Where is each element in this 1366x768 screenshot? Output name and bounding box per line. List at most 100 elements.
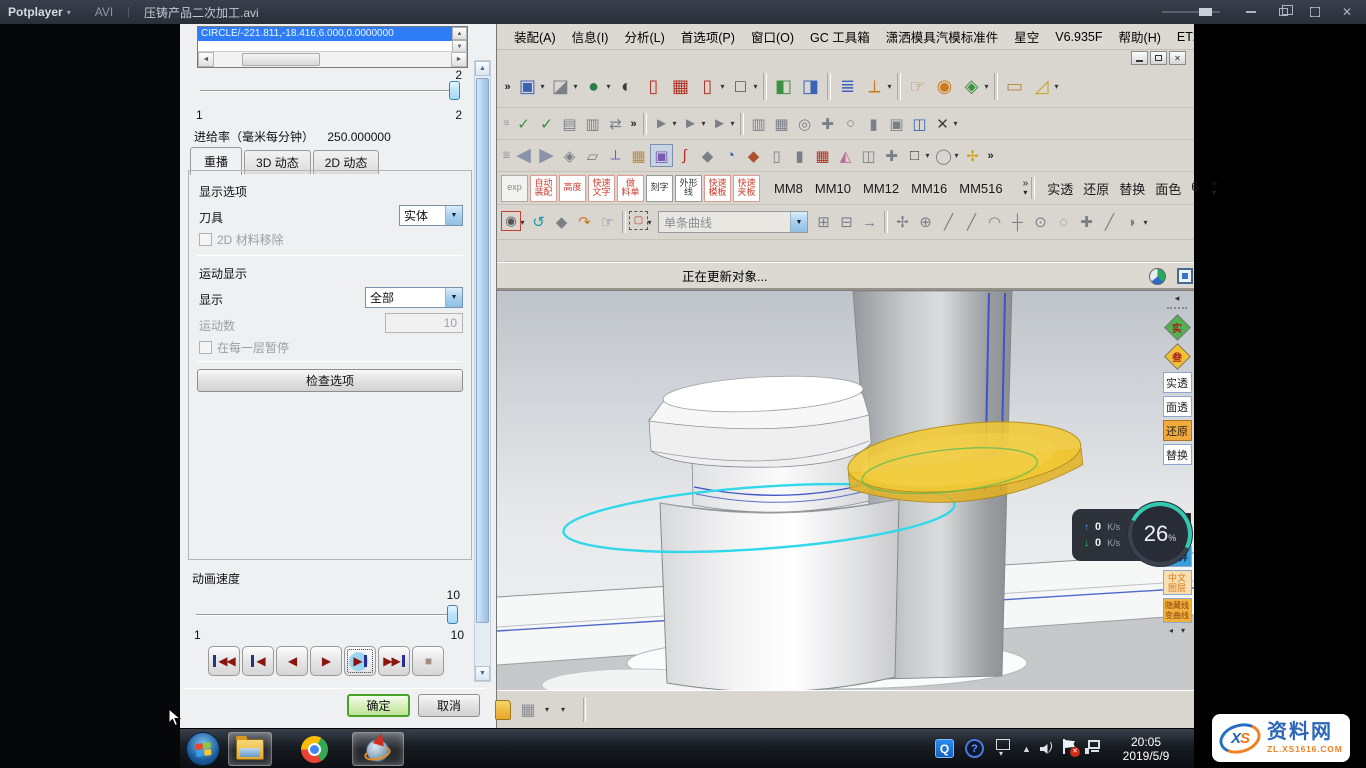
snap-intersection-icon[interactable]: ┼	[1006, 211, 1029, 234]
dropdown-arrow-icon[interactable]: ▾	[751, 73, 760, 100]
close-button[interactable]: ✕	[1336, 2, 1358, 22]
menu-item[interactable]: 信息(I)	[565, 25, 616, 48]
dropdown-arrow-icon[interactable]: ▾	[538, 73, 547, 100]
view-back-icon[interactable]: ◀	[512, 144, 535, 167]
viewport-3d[interactable]: ◂ 实 叁 实透 面透 还原 替换 截屏 中文图层 隐藏线变曲线	[497, 290, 1194, 690]
check-options-button[interactable]: 检查选项	[197, 369, 463, 392]
clip-section2-icon[interactable]: ◨	[797, 73, 824, 100]
progress-slider[interactable]	[200, 90, 460, 92]
dropdown-arrow-icon[interactable]: ▾	[699, 112, 708, 135]
dropdown-arrow-icon[interactable]: ▾	[1141, 211, 1150, 234]
view-mode-button[interactable]: 面色	[1150, 179, 1186, 198]
volume-handle[interactable]	[1199, 8, 1212, 16]
view-mode-button[interactable]: 6	[1186, 179, 1203, 198]
dropdown-arrow-icon[interactable]: ▾	[952, 144, 961, 167]
dialog-vscrollbar[interactable]: ▲ ▼	[474, 60, 491, 682]
view-forward-icon[interactable]: ▶	[535, 144, 558, 167]
mm-standard-button[interactable]: MM8	[768, 181, 809, 196]
network-icon[interactable]	[1085, 740, 1102, 755]
separator[interactable]	[622, 211, 626, 233]
height-button[interactable]: 高度	[559, 175, 586, 202]
pause-each-level-checkbox[interactable]: 在每一层暂停	[199, 339, 289, 356]
macro-diamond-orange-button[interactable]: 叁	[1164, 343, 1190, 369]
rotate-view-icon[interactable]: ◈	[558, 144, 581, 167]
cube-icon[interactable]: ▦	[515, 700, 541, 720]
snap-plus-icon[interactable]: ✚	[1075, 211, 1098, 234]
replace-view-button[interactable]: 替换	[1163, 444, 1192, 465]
hidden-line-to-curve-button[interactable]: 隐藏线变曲线	[1163, 598, 1192, 623]
snap-endpoint-icon[interactable]: ╱	[937, 211, 960, 234]
solid-translucent-button[interactable]: 实透	[1163, 372, 1192, 393]
ruled-box-icon[interactable]: ▦	[627, 144, 650, 167]
face-translucent-button[interactable]: 面透	[1163, 396, 1192, 417]
menu-item[interactable]: 潇洒模具汽模标准件	[879, 25, 1006, 48]
colored-block-icon[interactable]: ◆	[742, 144, 765, 167]
dropdown-arrow-icon[interactable]: ▾	[1052, 73, 1061, 100]
fence-filter-icon[interactable]: ⊞	[812, 211, 835, 234]
toolbar-overflow-icon[interactable]: »	[984, 144, 997, 167]
sidebar-more-icon[interactable]: ▾	[1181, 626, 1185, 635]
menu-item[interactable]: GC 工具箱	[803, 25, 877, 48]
sketch-view-icon[interactable]: ◪	[547, 73, 574, 100]
navigator-icon[interactable]: ≣	[834, 73, 861, 100]
gcode-listbox[interactable]: CIRCLE/-221.811,-18.416,6.000,0.0000000 …	[197, 26, 468, 68]
paint-body-icon[interactable]: ▮	[788, 144, 811, 167]
taskbar-clock[interactable]: 20:05 2019/5/9	[1108, 735, 1184, 763]
ok-button[interactable]: 确定	[347, 694, 410, 717]
clip-section-icon[interactable]: ◧	[770, 73, 797, 100]
vector-icon[interactable]: →	[858, 211, 881, 234]
drag-handle-icon[interactable]: ≣	[501, 144, 512, 167]
view-mode-button[interactable]: 还原	[1078, 179, 1114, 198]
dropdown-arrow-icon[interactable]: ▾	[545, 705, 557, 714]
csys-orient-icon[interactable]: ✢	[961, 144, 984, 167]
show-combo[interactable]: 全部 ▼	[365, 287, 463, 308]
menu-item[interactable]: 窗口(O)	[744, 25, 801, 48]
speed-slider[interactable]	[196, 614, 458, 616]
create-geometry-icon[interactable]: ▮	[862, 112, 885, 135]
vscroll-thumb[interactable]	[476, 78, 489, 623]
gcode-selected-row[interactable]: CIRCLE/-221.811,-18.416,6.000,0.0000000	[198, 27, 452, 41]
go-to-start-button[interactable]: ◀◀	[208, 646, 240, 676]
role-palette-icon[interactable]: ◉	[931, 73, 958, 100]
mm-standard-button[interactable]: MM16	[905, 181, 953, 196]
tray-help-icon[interactable]: ?	[965, 739, 984, 758]
close-button[interactable]: ✕	[1169, 51, 1186, 65]
dropdown-arrow-icon[interactable]: ▾	[885, 73, 894, 100]
action-center-flag-icon[interactable]: ✕	[1062, 739, 1078, 757]
scroll-up-icon[interactable]: ▲	[475, 61, 490, 76]
point-cube-icon[interactable]: ✚	[880, 144, 903, 167]
dropdown-arrow-icon[interactable]: ▾	[670, 112, 679, 135]
tray-window-icon[interactable]	[996, 739, 1010, 750]
tool-display-combo[interactable]: 实体 ▼	[399, 205, 463, 226]
menu-item[interactable]: 星空	[1007, 25, 1046, 48]
dropdown-arrow-icon[interactable]: ▾	[518, 211, 527, 234]
generate-path-icon[interactable]: ✓	[512, 112, 535, 135]
swap-view-icon[interactable]: ◈	[958, 73, 985, 100]
play-reverse-button[interactable]: ◀	[276, 646, 308, 676]
arc-redo-icon[interactable]: ↷	[573, 211, 596, 234]
separator[interactable]	[884, 211, 888, 233]
restore-view-button[interactable]: 还原	[1163, 420, 1192, 441]
dropdown-arrow-icon[interactable]: ▾	[923, 144, 932, 167]
speed-slider-thumb[interactable]	[447, 605, 458, 624]
create-operation-icon[interactable]: ✚	[816, 112, 839, 135]
scroll-down-icon[interactable]: ▼	[475, 666, 490, 681]
hscroll-track[interactable]	[214, 52, 451, 67]
snap-circle-center-icon[interactable]: ⊙	[1029, 211, 1052, 234]
solid-pick-icon[interactable]: ◆	[550, 211, 573, 234]
dropdown-arrow-icon[interactable]: ▾	[728, 112, 737, 135]
dropdown-arrow-icon[interactable]: ▾	[645, 211, 654, 234]
snap-center-icon[interactable]: ⊕	[914, 211, 937, 234]
verify-toolpath-icon[interactable]: ◫	[908, 112, 931, 135]
mm-standard-button[interactable]: MM516	[953, 181, 1008, 196]
dropdown-arrow-icon[interactable]: ▾	[718, 73, 727, 100]
dropdown-arrow-icon[interactable]: ▾	[951, 112, 960, 135]
drag-handle-icon[interactable]	[1167, 307, 1187, 311]
cancel-button[interactable]: 取消	[418, 694, 480, 717]
snap-quadrant-icon[interactable]: ◌	[1052, 211, 1075, 234]
quick-text-button[interactable]: 快速文字	[588, 175, 615, 202]
stop-button[interactable]: ■	[412, 646, 444, 676]
play-forward-button[interactable]: ▶	[310, 646, 342, 676]
play-loop-button[interactable]: ▶	[344, 646, 376, 676]
datum-icon[interactable]: ⟂	[604, 144, 627, 167]
